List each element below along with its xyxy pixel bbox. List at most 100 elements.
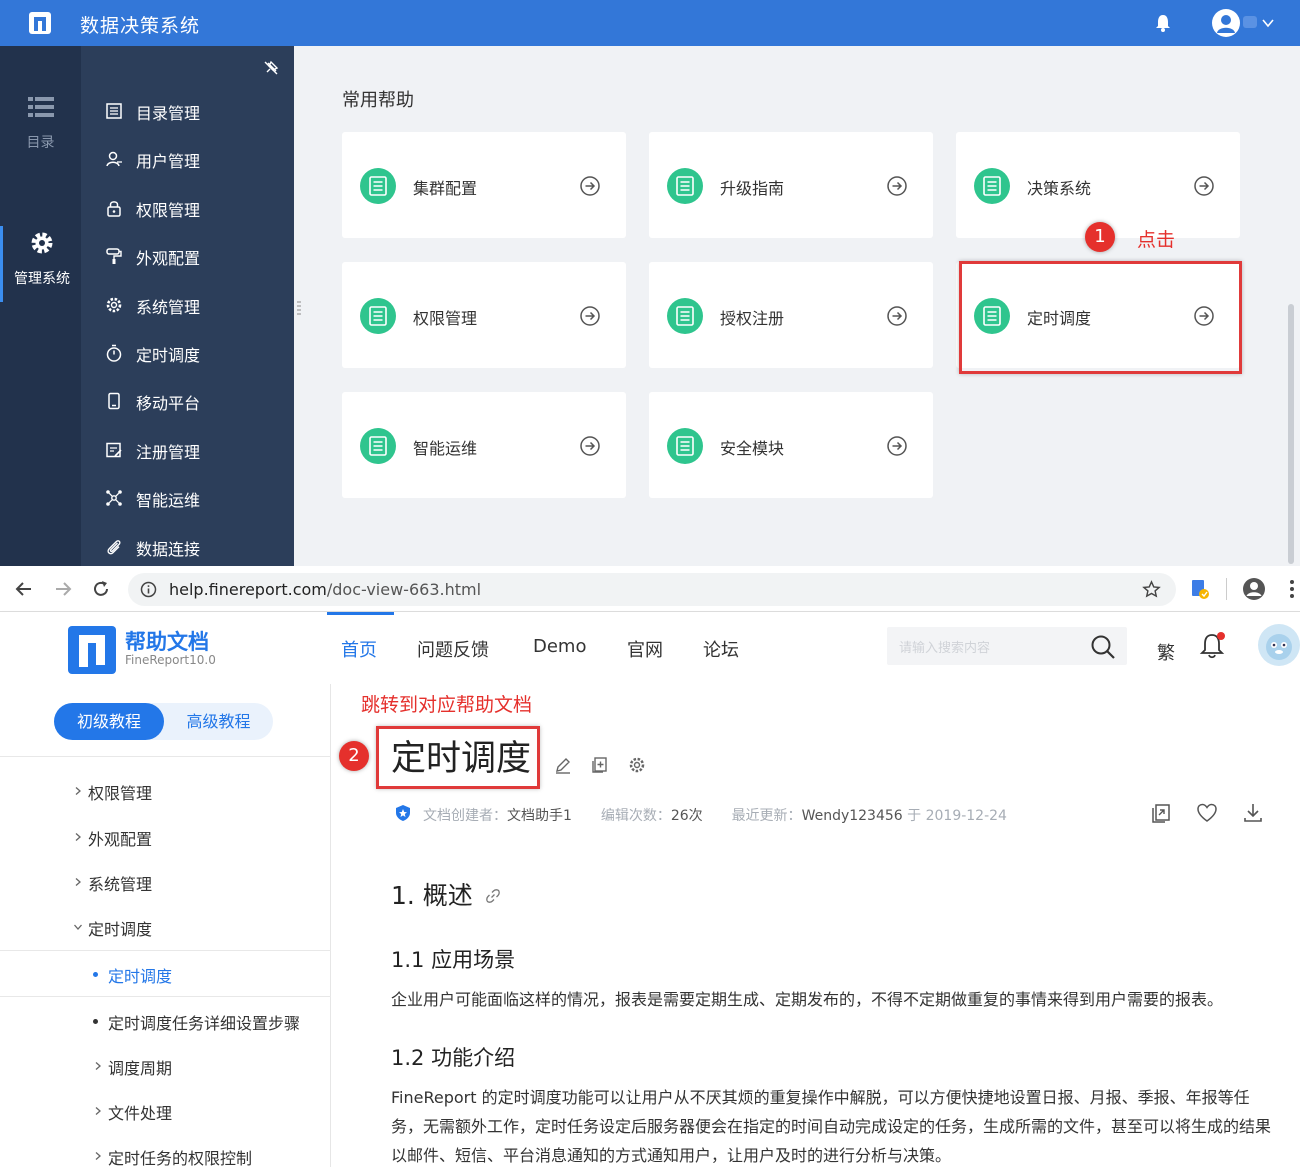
toolbar-divider xyxy=(1226,578,1227,600)
site-logo-icon[interactable] xyxy=(68,626,118,674)
help-card[interactable]: 升级指南 xyxy=(649,132,933,238)
search-placeholder: 请输入搜索内容 xyxy=(899,641,991,656)
arrow-right-circle-icon[interactable] xyxy=(886,305,908,327)
document-icon xyxy=(667,428,703,464)
site-name[interactable]: 帮助文档 xyxy=(125,626,209,656)
sidebar-subitem-label: 定时任务的权限控制 xyxy=(108,1149,253,1167)
menu-item[interactable]: 移动平台 xyxy=(105,386,285,416)
section-1-1-heading: 1.1 应用场景 xyxy=(391,948,516,972)
more-menu-icon[interactable] xyxy=(1288,579,1296,599)
help-card-label: 升级指南 xyxy=(720,179,785,198)
edits-count: 26次 xyxy=(670,808,703,824)
menu-item[interactable]: 注册管理 xyxy=(105,435,285,465)
menu-item-label: 权限管理 xyxy=(136,200,201,220)
paragraph-2: FineReport 的定时调度功能可以让用户从不厌其烦的重复操作中解脱，可以方… xyxy=(391,1088,1272,1165)
extension-icon[interactable] xyxy=(1190,578,1210,600)
management-menu: 目录管理用户管理权限管理外观配置系统管理定时调度移动平台注册管理智能运维数据连接 xyxy=(81,46,294,566)
browser-toolbar: help.finereport.com/doc-view-663.html xyxy=(0,566,1300,612)
traditional-chinese-toggle[interactable]: 繁 xyxy=(1157,639,1175,665)
icon-rail: 目录 管理系统 xyxy=(0,46,81,566)
star-icon[interactable] xyxy=(1142,580,1161,599)
drag-handle-icon[interactable] xyxy=(297,300,301,316)
help-card[interactable]: 集群配置 xyxy=(342,132,626,238)
nav-tab[interactable]: 官网 xyxy=(627,636,663,662)
edit-pencil-icon[interactable] xyxy=(554,756,572,774)
anchor-link-icon[interactable] xyxy=(485,888,501,904)
nav-tab[interactable]: 首页 xyxy=(341,636,377,662)
favorite-heart-icon[interactable] xyxy=(1196,802,1218,824)
user-avatar[interactable] xyxy=(1212,9,1240,37)
bullet-icon xyxy=(93,972,98,977)
search-icon[interactable] xyxy=(1090,634,1116,660)
updated-label: 最近更新： xyxy=(731,808,802,824)
menu-item-label: 注册管理 xyxy=(136,442,201,462)
document-icon xyxy=(360,298,396,334)
reload-icon[interactable] xyxy=(91,579,111,599)
browser-screenshot: help.finereport.com/doc-view-663.html 帮助… xyxy=(0,566,1300,1167)
help-card[interactable]: 智能运维 xyxy=(342,392,626,498)
highlight-box-title xyxy=(376,726,540,789)
chevron-right-icon xyxy=(75,787,81,795)
arrow-right-circle-icon[interactable] xyxy=(579,435,601,457)
arrow-right-circle-icon[interactable] xyxy=(579,305,601,327)
nav-tab[interactable]: Demo xyxy=(533,636,586,657)
chevron-down-icon[interactable] xyxy=(1261,16,1275,30)
sidebar-item-label: 系统管理 xyxy=(88,875,153,894)
arrow-right-circle-icon[interactable] xyxy=(886,435,908,457)
chevron-right-icon xyxy=(75,833,81,841)
sidebar-subitem-label: 文件处理 xyxy=(108,1104,173,1123)
rail-catalog[interactable]: 目录 xyxy=(0,96,81,152)
rail-catalog-label: 目录 xyxy=(26,135,55,151)
bell-icon[interactable] xyxy=(1154,13,1172,33)
info-icon[interactable] xyxy=(140,581,157,598)
arrow-right-circle-icon[interactable] xyxy=(579,175,601,197)
tab-beginner[interactable]: 初级教程 xyxy=(54,703,164,740)
section-1-heading: 1. 概述 xyxy=(391,881,473,910)
unpin-icon[interactable] xyxy=(262,59,280,77)
copy-link-icon[interactable] xyxy=(1150,802,1172,824)
menu-item[interactable]: 智能运维 xyxy=(105,483,285,513)
help-card[interactable]: 安全模块 xyxy=(649,392,933,498)
menu-item[interactable]: 权限管理 xyxy=(105,193,285,223)
add-page-icon[interactable] xyxy=(591,756,609,774)
scrollbar[interactable] xyxy=(1288,304,1294,564)
user-icon xyxy=(1217,15,1235,33)
help-card-label: 集群配置 xyxy=(413,179,478,198)
download-icon[interactable] xyxy=(1242,802,1264,824)
menu-item[interactable]: 系统管理 xyxy=(105,290,285,320)
menu-item-label: 数据连接 xyxy=(136,539,201,559)
nav-tab[interactable]: 论坛 xyxy=(703,636,739,662)
address-bar[interactable]: help.finereport.com/doc-view-663.html xyxy=(128,573,1176,606)
menu-item[interactable]: 数据连接 xyxy=(105,532,285,562)
bullet-icon xyxy=(93,1019,98,1024)
sidebar-item-label: 外观配置 xyxy=(88,830,153,849)
search-box[interactable]: 请输入搜索内容 xyxy=(887,627,1127,665)
menu-item-label: 移动平台 xyxy=(136,394,201,414)
settings-gear-icon[interactable] xyxy=(628,756,646,774)
shield-icon xyxy=(396,805,410,821)
arrow-right-circle-icon[interactable] xyxy=(886,175,908,197)
step-2-badge: 2 xyxy=(339,741,369,771)
user-avatar[interactable] xyxy=(1258,624,1300,666)
url-text: help.finereport.com/doc-view-663.html xyxy=(169,580,481,599)
nav-tab[interactable]: 问题反馈 xyxy=(417,636,489,662)
menu-item-label: 智能运维 xyxy=(136,491,201,511)
back-arrow-icon[interactable] xyxy=(14,579,34,599)
menu-item[interactable]: 定时调度 xyxy=(105,338,285,368)
app-title: 数据决策系统 xyxy=(80,15,201,37)
arrow-right-circle-icon[interactable] xyxy=(1193,175,1215,197)
help-card[interactable]: 权限管理 xyxy=(342,262,626,368)
menu-item[interactable]: 用户管理 xyxy=(105,144,285,174)
tab-advanced[interactable]: 高级教程 xyxy=(164,703,273,740)
notification-bell-icon[interactable] xyxy=(1198,630,1226,660)
paint-roller-icon xyxy=(106,248,122,265)
help-card-label: 安全模块 xyxy=(720,439,785,458)
menu-item[interactable]: 目录管理 xyxy=(105,96,285,126)
menu-item[interactable]: 外观配置 xyxy=(105,241,285,271)
mascot-icon xyxy=(1266,634,1292,660)
forward-arrow-icon[interactable] xyxy=(53,579,73,599)
sidebar-subitem-label: 定时调度 xyxy=(108,967,173,986)
help-card[interactable]: 授权注册 xyxy=(649,262,933,368)
rail-management[interactable]: 管理系统 xyxy=(0,226,81,302)
profile-icon[interactable] xyxy=(1242,577,1266,601)
